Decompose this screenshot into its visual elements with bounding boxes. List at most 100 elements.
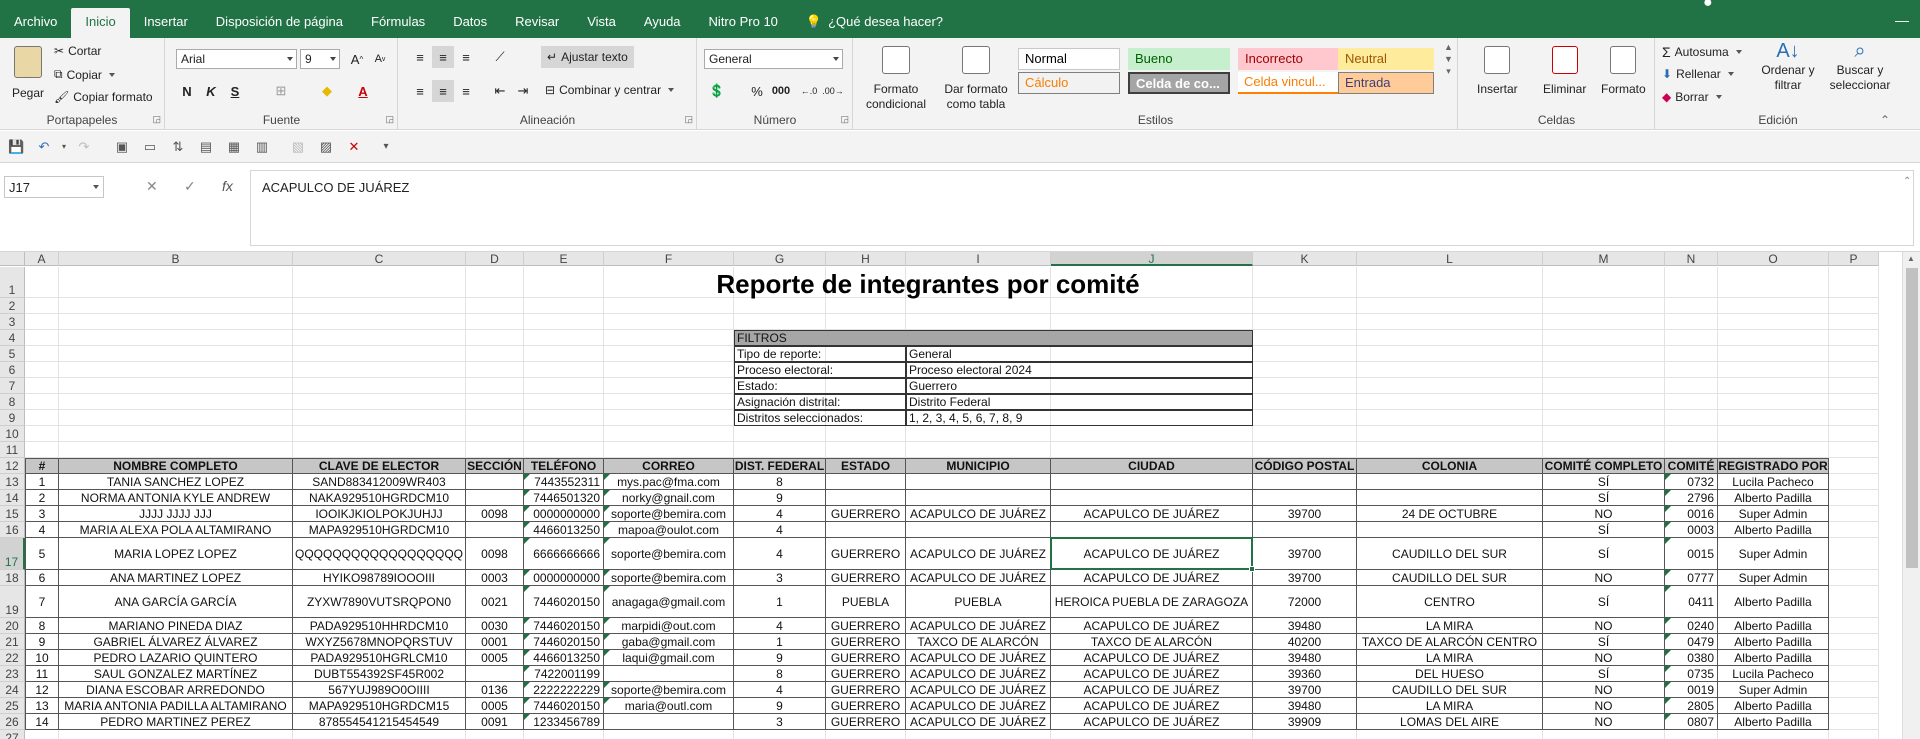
cell-style-7[interactable]: Celda vincul... [1238, 72, 1340, 94]
table-cell[interactable]: 0016 [1665, 506, 1718, 522]
row-header-15[interactable]: 15 [0, 506, 25, 522]
table-cell[interactable]: LA MIRA [1357, 650, 1543, 666]
table-cell[interactable]: NO [1543, 506, 1665, 522]
row-header-16[interactable]: 16 [0, 522, 25, 538]
table-cell[interactable]: MARIANO PINEDA DIAZ [59, 618, 293, 634]
table-cell[interactable]: 2796 [1665, 490, 1718, 506]
row-header-24[interactable]: 24 [0, 682, 25, 698]
tab-nitro[interactable]: Nitro Pro 10 [695, 8, 792, 38]
table-cell[interactable] [1051, 522, 1253, 538]
fill-button[interactable]: ⬇ Rellenar [1662, 67, 1734, 81]
table-cell[interactable]: anagaga@gmail.com [604, 586, 734, 618]
table-cell[interactable] [826, 490, 906, 506]
row-header-8[interactable]: 8 [0, 394, 25, 410]
table-cell[interactable]: GUERRERO [826, 634, 906, 650]
table-cell[interactable]: ACAPULCO DE JUÁREZ [1051, 714, 1253, 730]
table-cell[interactable]: MARIA ALEXA POLA ALTAMIRANO [59, 522, 293, 538]
decrease-decimal-icon[interactable]: .00→ [822, 80, 844, 102]
format-as-table-button[interactable]: Dar formato como tabla [936, 46, 1016, 112]
table-cell[interactable]: mys.pac@fma.com [604, 474, 734, 490]
table-cell[interactable]: 9 [25, 634, 59, 650]
wrap-text-button[interactable]: ↵ Ajustar texto [541, 46, 634, 68]
table-cell[interactable]: 0098 [466, 538, 524, 570]
gallery-scroll[interactable]: ▲ ▼ ▾ [1444, 42, 1453, 77]
table-cell[interactable]: 39480 [1253, 650, 1357, 666]
tab-vista[interactable]: Vista [573, 8, 630, 38]
table-cell[interactable]: SÍ [1543, 538, 1665, 570]
table-cell[interactable]: GUERRERO [826, 618, 906, 634]
table-cell[interactable]: 1 [734, 634, 826, 650]
table-cell[interactable]: QQQQQQQQQQQQQQQQQQ [293, 538, 466, 570]
table-cell[interactable]: HYIKO98789IOOOIII [293, 570, 466, 586]
table-cell[interactable]: 4 [734, 618, 826, 634]
selected-cell[interactable] [1050, 537, 1253, 570]
table-cell[interactable]: ANA MARTINEZ LOPEZ [59, 570, 293, 586]
table-cell[interactable]: 0000000000 [524, 570, 604, 586]
table-cell[interactable]: 567YUJ989O0OIIII [293, 682, 466, 698]
column-header-d[interactable]: D [466, 252, 524, 266]
copy-button[interactable]: ⧉ Copiar [54, 67, 115, 82]
table-cell[interactable]: DIANA ESCOBAR ARREDONDO [59, 682, 293, 698]
select-all-corner[interactable] [0, 252, 25, 266]
table-cell[interactable]: 39480 [1253, 698, 1357, 714]
table-cell[interactable]: ACAPULCO DE JUÁREZ [906, 698, 1051, 714]
table-cell[interactable]: LA MIRA [1357, 698, 1543, 714]
table-cell[interactable]: 3 [734, 570, 826, 586]
row-header-25[interactable]: 25 [0, 698, 25, 714]
column-header-f[interactable]: F [604, 252, 734, 266]
paste-button[interactable]: Pegar [8, 46, 48, 100]
insert-cells-button[interactable]: Insertar [1477, 46, 1518, 96]
column-header-c[interactable]: C [293, 252, 466, 266]
table-cell[interactable] [1051, 490, 1253, 506]
cell-style-6[interactable]: Celda de co... [1128, 72, 1230, 94]
table-cell[interactable]: Alberto Padilla [1718, 634, 1829, 650]
table-cell[interactable]: ACAPULCO DE JUÁREZ [1051, 618, 1253, 634]
table-cell[interactable]: ACAPULCO DE JUÁREZ [1051, 698, 1253, 714]
table-cell[interactable]: 8 [734, 474, 826, 490]
table-cell[interactable]: NORMA ANTONIA KYLE ANDREW [59, 490, 293, 506]
minimize-ribbon-icon[interactable]: — [1895, 12, 1909, 28]
table-cell[interactable]: 1233456789 [524, 714, 604, 730]
table-cell[interactable]: 13 [25, 698, 59, 714]
table-cell[interactable]: 39360 [1253, 666, 1357, 682]
table-cell[interactable]: 7446020150 [524, 586, 604, 618]
table-cell[interactable] [604, 666, 734, 682]
table-cell[interactable]: ACAPULCO DE JUÁREZ [1051, 666, 1253, 682]
table-cell[interactable]: 0001 [466, 634, 524, 650]
table-cell[interactable]: Alberto Padilla [1718, 522, 1829, 538]
table-cell[interactable]: GUERRERO [826, 714, 906, 730]
table-cell[interactable]: TAXCO DE ALARCÓN CENTRO [1357, 634, 1543, 650]
table-cell[interactable]: GUERRERO [826, 650, 906, 666]
table-cell[interactable]: ACAPULCO DE JUÁREZ [906, 650, 1051, 666]
column-header-o[interactable]: O [1718, 252, 1829, 266]
table-cell[interactable]: 0003 [466, 570, 524, 586]
align-top-icon[interactable]: ≡ [409, 46, 431, 68]
table-cell[interactable]: PEDRO MARTINEZ PEREZ [59, 714, 293, 730]
column-header-p[interactable]: P [1829, 252, 1879, 266]
table-cell[interactable]: maria@outl.com [604, 698, 734, 714]
align-bottom-icon[interactable]: ≡ [455, 46, 477, 68]
row-header-21[interactable]: 21 [0, 634, 25, 650]
row-header-5[interactable]: 5 [0, 346, 25, 362]
table-cell[interactable]: 7446020150 [524, 698, 604, 714]
borders-icon[interactable]: ⊞ [270, 80, 292, 102]
table-cell[interactable]: Super Admin [1718, 506, 1829, 522]
row-header-2[interactable]: 2 [0, 298, 25, 314]
table-cell[interactable]: CAUDILLO DEL SUR [1357, 682, 1543, 698]
table-cell[interactable]: 4 [734, 682, 826, 698]
table-cell[interactable]: Alberto Padilla [1718, 714, 1829, 730]
table-cell[interactable]: 9 [734, 490, 826, 506]
bold-button[interactable]: N [176, 80, 198, 102]
table-cell[interactable]: GABRIEL ÁLVAREZ ÁLVAREZ [59, 634, 293, 650]
table-cell[interactable]: laqui@gmail.com [604, 650, 734, 666]
gallery-more-icon[interactable]: ▾ [1446, 66, 1451, 77]
tab-disposicion[interactable]: Disposición de página [202, 8, 357, 38]
percent-button[interactable]: % [746, 80, 768, 102]
column-header-l[interactable]: L [1357, 252, 1543, 266]
table-cell[interactable]: ACAPULCO DE JUÁREZ [906, 666, 1051, 682]
table-cell[interactable]: 4 [25, 522, 59, 538]
cell-style-8[interactable]: Entrada [1338, 72, 1434, 94]
table-cell[interactable]: 8 [25, 618, 59, 634]
table-cell[interactable]: 1 [25, 474, 59, 490]
table-cell[interactable]: 8 [734, 666, 826, 682]
